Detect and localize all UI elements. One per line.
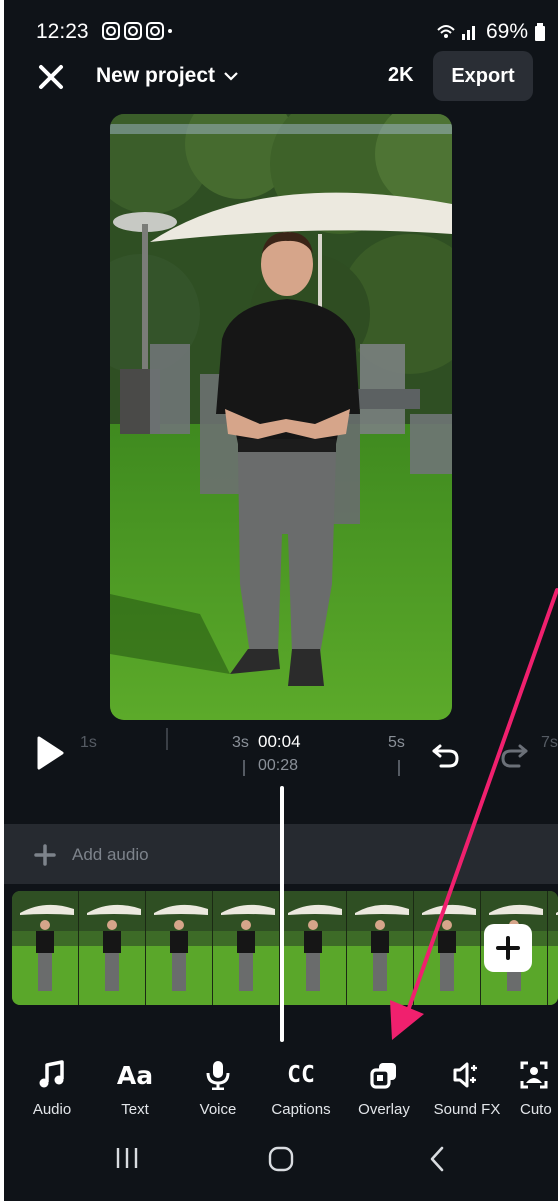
video-preview[interactable]	[110, 114, 452, 720]
overlay-icon	[370, 1063, 396, 1089]
recent-apps-icon[interactable]	[114, 1146, 140, 1170]
wifi-signal-icon	[437, 25, 475, 40]
export-button[interactable]: Export	[433, 51, 533, 101]
project-title: New project	[96, 64, 216, 87]
app-screen: 12:23 69% New project 2K Export 1s 3s 5s…	[4, 0, 558, 1201]
video-frame-image	[110, 114, 452, 720]
tick-mark	[243, 760, 245, 776]
redo-icon	[501, 744, 528, 768]
tool-label: Sound FX	[433, 1101, 501, 1118]
tool-label: Voice	[199, 1101, 237, 1118]
clip-thumbnail	[146, 891, 213, 1005]
close-icon	[39, 65, 63, 89]
clip-thumbnail	[548, 891, 558, 1005]
tick-label: 5s	[388, 734, 405, 751]
text-aa-icon: Aa	[116, 1060, 154, 1090]
playhead[interactable]	[280, 786, 284, 1042]
cutout-icon	[520, 1061, 548, 1089]
notification-icons	[102, 20, 173, 43]
back-icon[interactable]	[428, 1146, 446, 1172]
tool-label: Captions	[271, 1101, 331, 1118]
instagram-notification-icon	[102, 22, 173, 40]
close-button[interactable]	[36, 62, 66, 92]
tool-label: Overlay	[358, 1101, 410, 1118]
total-time: 00:28	[258, 757, 299, 774]
battery-icon	[535, 23, 545, 41]
status-bar-left: 12:23	[36, 20, 173, 44]
tool-sound-fx[interactable]: Sound FX	[427, 1058, 507, 1118]
undo-icon	[432, 744, 459, 768]
tool-label: Cuto	[520, 1101, 552, 1118]
cc-icon: CC	[287, 1062, 315, 1088]
tool-audio[interactable]: Audio	[12, 1058, 92, 1118]
tool-voice[interactable]: Voice	[178, 1058, 258, 1118]
tick-label: 1s	[80, 734, 97, 751]
microphone-icon	[206, 1061, 230, 1090]
plus-icon	[34, 844, 56, 866]
add-clip-button[interactable]	[484, 924, 532, 972]
chevron-down-icon	[224, 72, 238, 81]
tool-label: Audio	[32, 1101, 72, 1118]
home-icon[interactable]	[268, 1146, 294, 1172]
play-icon	[37, 736, 64, 770]
current-time: 00:04	[258, 732, 301, 751]
add-audio-button[interactable]: Add audio	[34, 844, 149, 866]
clip-thumbnail	[280, 891, 347, 1005]
status-time: 12:23	[36, 20, 89, 43]
sound-fx-icon	[453, 1062, 477, 1088]
status-bar-right: 69%	[436, 20, 546, 44]
tick-mark	[398, 760, 400, 776]
project-title-dropdown[interactable]: New project	[96, 64, 239, 88]
clip-thumbnail	[79, 891, 146, 1005]
video-clip-strip[interactable]	[12, 891, 558, 1005]
clip-thumbnail	[347, 891, 414, 1005]
play-button[interactable]	[34, 734, 66, 772]
battery-percent: 69%	[485, 20, 528, 43]
clip-thumbnail	[12, 891, 79, 1005]
tick-label: 7s	[541, 734, 558, 751]
tool-cutout[interactable]: Cuto	[512, 1058, 558, 1118]
undo-button[interactable]	[430, 738, 462, 770]
add-audio-label: Add audio	[72, 845, 149, 864]
tool-text[interactable]: Aa Text	[95, 1058, 175, 1119]
plus-icon	[496, 936, 520, 960]
clip-thumbnail	[414, 891, 481, 1005]
tool-overlay[interactable]: Overlay	[344, 1058, 424, 1118]
tick-label: 3s	[232, 734, 249, 751]
redo-button[interactable]	[498, 738, 530, 770]
tick-mark	[166, 728, 168, 750]
quality-button[interactable]: 2K	[388, 64, 414, 87]
clip-thumbnail	[213, 891, 280, 1005]
tool-captions[interactable]: CC Captions	[261, 1058, 341, 1118]
tool-label: Text	[121, 1101, 149, 1118]
music-note-icon	[39, 1060, 64, 1088]
system-nav-bar	[4, 1130, 558, 1201]
